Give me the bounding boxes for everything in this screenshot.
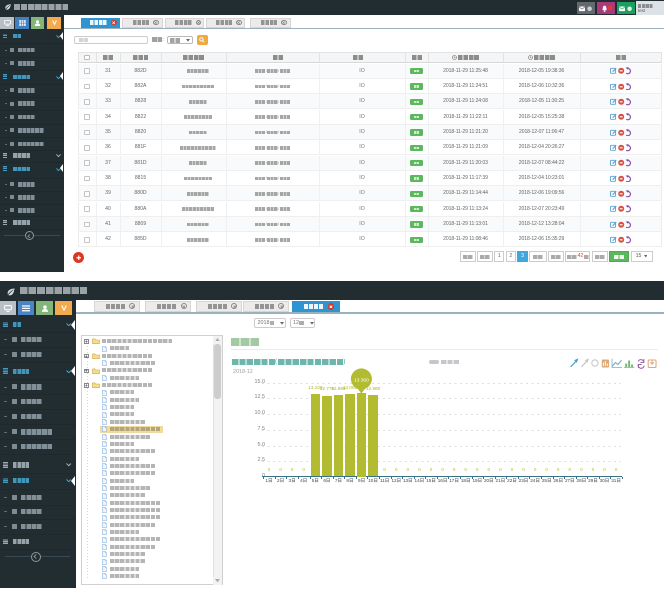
- svg-text:13.360: 13.360: [354, 377, 369, 383]
